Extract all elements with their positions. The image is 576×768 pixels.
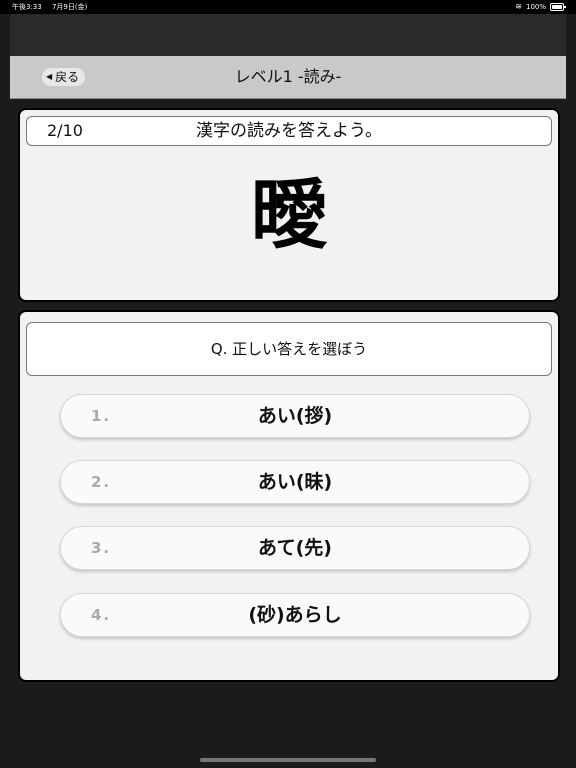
top-spacer [10,14,566,56]
answer-choice-1[interactable]: 1. あい(拶) [60,394,530,438]
status-bar: 午後3:33 7月9日(金) ≋ 100% [0,0,576,14]
battery-percent: 100% [525,3,546,11]
question-instruction: 漢字の読みを答えよう。 [196,121,382,141]
answer-choice-3[interactable]: 3. あて(先) [60,526,530,570]
status-date: 7月9日(金) [51,3,88,11]
status-time: 午後3:33 [12,3,42,11]
page-title: レベル1 -読み- [234,67,342,86]
home-indicator[interactable] [200,758,376,762]
back-button[interactable]: ◀ 戻る [42,68,86,86]
question-card: 漢字の読みを答えよう。 2/10 曖 [18,108,560,302]
choice-text: あて(先) [258,537,332,559]
battery-icon [550,3,566,11]
answer-card: Q. 正しい答えを選ぼう 1. あい(拶) 2. あい(昧) 3. あて(先) … [18,310,560,682]
answer-choice-2[interactable]: 2. あい(昧) [60,460,530,504]
answer-choice-4[interactable]: 4. (砂)あらし [60,593,530,637]
wifi-icon: ≋ [515,2,522,11]
question-kanji: 曖 [251,170,327,259]
navigation-bar: レベル1 -読み- ◀ 戻る [10,56,566,99]
question-info-bar: 漢字の読みを答えよう。 2/10 [26,116,552,146]
back-arrow-icon: ◀ [46,72,53,81]
choice-text: (砂)あらし [248,604,342,626]
question-progress: 2/10 [47,121,83,140]
choice-text: あい(昧) [257,471,333,493]
choice-text: あい(拶) [257,405,333,427]
answer-prompt: Q. 正しい答えを選ぼう [26,322,552,376]
back-button-label: 戻る [55,70,80,84]
